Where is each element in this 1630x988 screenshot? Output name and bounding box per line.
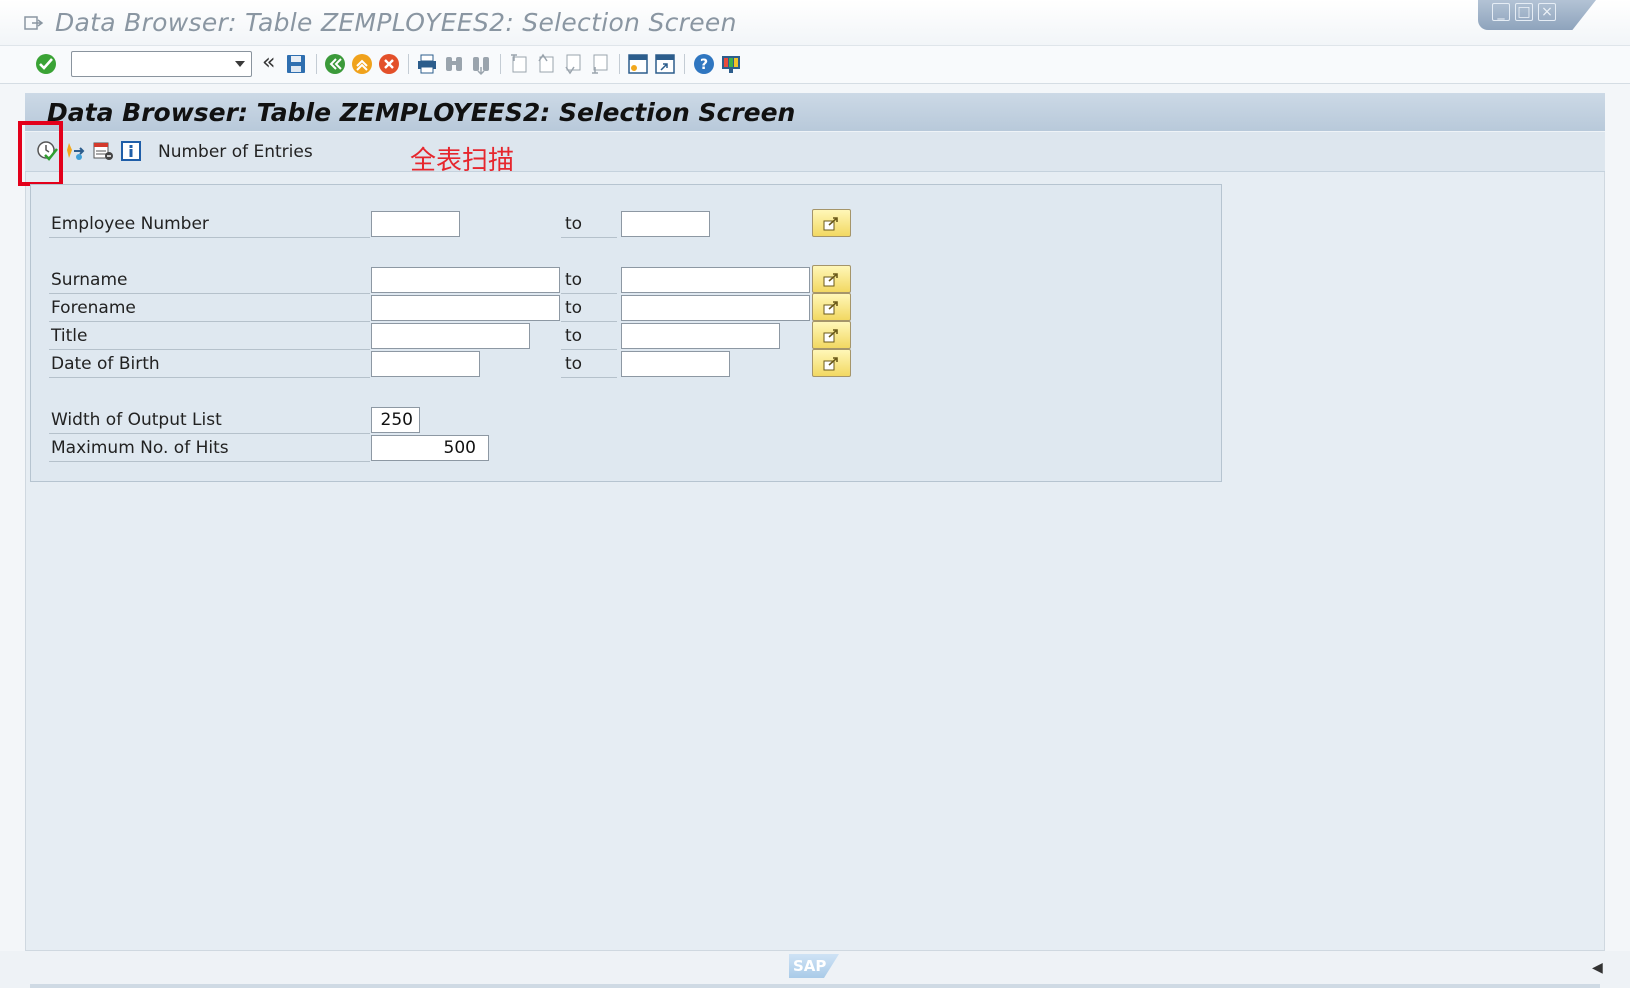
to-underline (561, 349, 617, 350)
delete-selection-icon[interactable] (92, 140, 114, 162)
page-title: Data Browser: Table ZEMPLOYEES2: Selecti… (47, 98, 796, 127)
highlight-annotation-box (18, 121, 63, 186)
bottom-border (30, 984, 1600, 988)
multiple-selection-icon (823, 217, 838, 231)
maximum-hits-label: Maximum No. of Hits (51, 438, 229, 458)
chevron-down-icon[interactable] (235, 61, 245, 67)
minimize-icon[interactable]: _ (1492, 3, 1510, 21)
multiple-selection-icon (823, 357, 838, 371)
annotation-text: 全表扫描 (410, 146, 515, 176)
enter-icon[interactable] (34, 52, 58, 76)
multiple-selection-button[interactable] (812, 293, 851, 321)
back-icon[interactable] (323, 52, 347, 76)
label-underline (49, 349, 370, 350)
maximum-hits-input[interactable]: 500 (371, 435, 489, 461)
forename-from-input[interactable] (371, 295, 560, 321)
cancel-icon[interactable] (377, 52, 401, 76)
shortcut-icon[interactable] (653, 52, 677, 76)
save-icon[interactable] (284, 52, 308, 76)
print-icon[interactable] (415, 52, 439, 76)
to-label: to (565, 326, 583, 346)
to-label: to (565, 214, 583, 234)
multiple-selection-button[interactable] (812, 209, 851, 237)
label-underline (49, 461, 370, 462)
last-page-icon[interactable] (588, 52, 612, 76)
customize-layout-icon[interactable] (719, 52, 743, 76)
first-page-icon[interactable] (507, 52, 531, 76)
to-underline (561, 377, 617, 378)
field-label-title: Title (51, 326, 88, 346)
new-session-icon[interactable] (626, 52, 650, 76)
label-underline (49, 237, 370, 238)
field-label-employee-number: Employee Number (51, 214, 209, 234)
next-page-icon[interactable] (561, 52, 585, 76)
label-underline (49, 321, 370, 322)
to-underline (561, 237, 617, 238)
find-next-icon[interactable] (469, 52, 493, 76)
close-icon[interactable]: × (1538, 3, 1556, 21)
maximize-icon[interactable]: □ (1515, 3, 1533, 21)
window-controls: _ □ × (1478, 0, 1596, 30)
to-label: to (565, 270, 583, 290)
previous-page-icon[interactable] (534, 52, 558, 76)
to-underline (561, 293, 617, 294)
label-underline (49, 377, 370, 378)
surname-from-input[interactable] (371, 267, 560, 293)
width-of-output-list-label: Width of Output List (51, 410, 222, 430)
toolbar-separator (684, 54, 685, 74)
forename-to-input[interactable] (621, 295, 810, 321)
toolbar-separator (500, 54, 501, 74)
selection-options-icon[interactable] (64, 140, 86, 162)
title-from-input[interactable] (371, 323, 530, 349)
field-label-date-of-birth: Date of Birth (51, 354, 160, 374)
window-title-bar: Data Browser: Table ZEMPLOYEES2: Selecti… (0, 0, 1630, 46)
field-label-forename: Forename (51, 298, 136, 318)
label-underline (49, 293, 370, 294)
surname-to-input[interactable] (621, 267, 810, 293)
multiple-selection-button[interactable] (812, 321, 851, 349)
menu-icon[interactable] (24, 15, 44, 31)
title-to-input[interactable] (621, 323, 780, 349)
field-label-surname: Surname (51, 270, 128, 290)
multiple-selection-button[interactable] (812, 265, 851, 293)
to-label: to (565, 354, 583, 374)
status-bar-toggle-icon[interactable]: ◀ (1592, 960, 1603, 976)
help-icon[interactable]: ? (692, 52, 716, 76)
employee-number-to-input[interactable] (621, 211, 710, 237)
number-of-entries-button[interactable]: Number of Entries (158, 142, 313, 162)
exit-icon[interactable] (350, 52, 374, 76)
window-title: Data Browser: Table ZEMPLOYEES2: Selecti… (55, 8, 737, 37)
multiple-selection-button[interactable] (812, 349, 851, 377)
multiple-selection-icon (823, 273, 838, 287)
multiple-selection-icon (823, 329, 838, 343)
info-icon[interactable] (120, 140, 142, 162)
date-of-birth-to-input[interactable] (621, 351, 730, 377)
date-of-birth-from-input[interactable] (371, 351, 480, 377)
to-label: to (565, 298, 583, 318)
command-field[interactable] (71, 51, 252, 77)
to-underline (561, 321, 617, 322)
toolbar-separator (408, 54, 409, 74)
employee-number-from-input[interactable] (371, 211, 460, 237)
label-underline (49, 433, 370, 434)
find-icon[interactable] (442, 52, 466, 76)
toolbar-separator (316, 54, 317, 74)
collapse-command-icon[interactable]: « (262, 50, 275, 75)
toolbar-separator (619, 54, 620, 74)
width-of-output-list-input[interactable]: 250 (371, 407, 420, 433)
svg-text:?: ? (700, 57, 708, 73)
multiple-selection-icon (823, 301, 838, 315)
